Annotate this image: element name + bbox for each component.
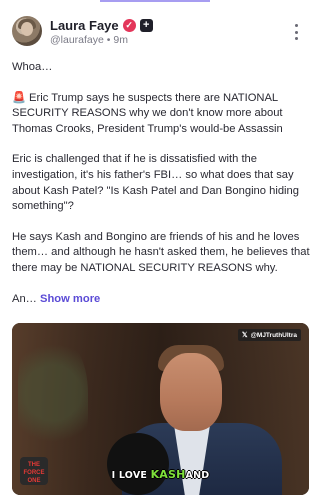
top-indicator-line [100,0,210,2]
video-caption: I LOVE KASHAND [111,468,210,481]
post-paragraph: An… Show more [12,292,101,305]
post-time: 9m [113,34,128,46]
more-options-icon[interactable] [291,24,301,40]
author-meta: @laurafaye • 9m [50,34,128,46]
caption-highlight: KASH [150,468,186,481]
author-handle[interactable]: @laurafaye [50,34,104,46]
post-paragraph: He says Kash and Bongino are friends of … [12,230,310,274]
x-logo-icon: 𝕏 [241,332,248,339]
author-name-row: Laura Faye ✓ + [50,17,153,33]
avatar[interactable] [12,16,42,46]
microphone [107,433,169,495]
post-paragraph: 🚨 Eric Trump says he suspects there are … [12,91,283,135]
verified-badge-icon: ✓ [122,18,136,32]
post-body: Whoa… 🚨 Eric Trump says he suspects ther… [12,60,312,322]
show-more-link[interactable]: Show more [40,293,100,305]
video-watermark: 𝕏 @MJTruthUltra [237,329,301,341]
plus-icon[interactable]: + [139,18,153,32]
post-paragraph: Whoa… [12,61,53,73]
author-name[interactable]: Laura Faye [50,18,119,33]
meta-separator: • [106,34,111,46]
post-paragraph: Eric is challenged that if he is dissati… [12,153,299,213]
post-header: Laura Faye ✓ + @laurafaye • 9m [12,16,309,52]
siren-icon: 🚨 [12,91,26,104]
video-player[interactable]: THE FORCE ONE 𝕏 @MJTruthUltra I LOVE KAS… [12,323,309,495]
